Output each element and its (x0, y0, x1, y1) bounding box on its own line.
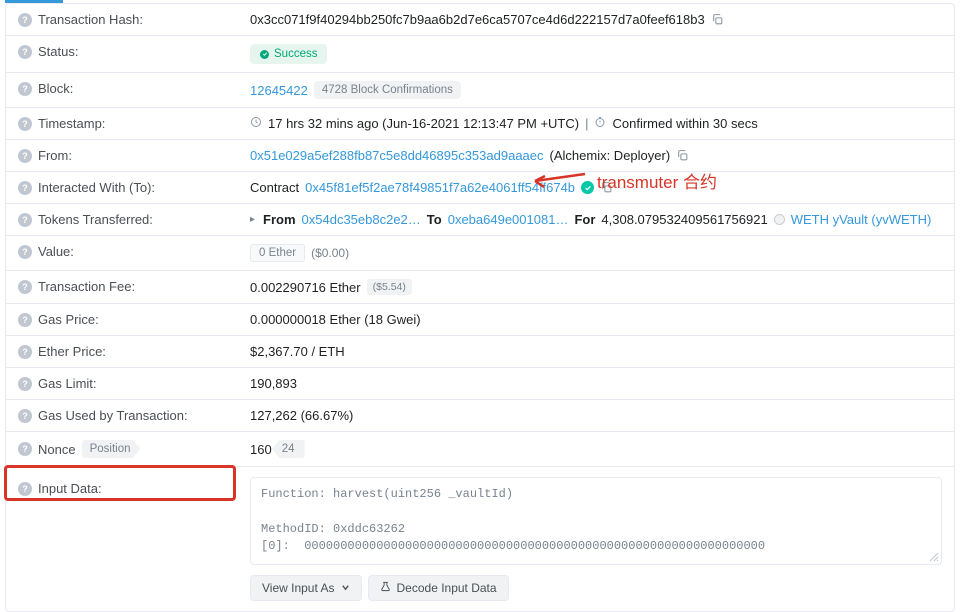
view-input-as-label: View Input As (262, 581, 335, 595)
help-icon[interactable]: ? (18, 377, 32, 391)
annotation-arrow: transmuter 合约 (533, 168, 717, 193)
help-icon[interactable]: ? (18, 13, 32, 27)
input-param-line: [0]: 00000000000000000000000000000000000… (261, 538, 931, 555)
help-icon[interactable]: ? (18, 280, 32, 294)
divider: | (585, 116, 588, 131)
row-inputdata: ? Input Data: Function: harvest(uint256 … (6, 467, 954, 611)
input-function-line: Function: harvest(uint256 _vaultId) (261, 486, 931, 503)
label-txhash: Transaction Hash: (38, 12, 143, 27)
position-badge: Position (82, 440, 141, 458)
chevron-down-icon (341, 581, 350, 595)
txfee-ether: 0.002290716 Ether (250, 280, 361, 295)
txfee-usd-badge: ($5.54) (367, 279, 412, 295)
row-gasused: ? Gas Used by Transaction: 127,262 (66.6… (6, 400, 954, 432)
label-gasused: Gas Used by Transaction: (38, 408, 188, 423)
row-tokens: ? Tokens Transferred: ▸ From 0x54dc35eb8… (6, 204, 954, 236)
from-address-link[interactable]: 0x51e029a5ef288fb87c5e8dd46895c353ad9aaa… (250, 148, 544, 163)
token-from-link[interactable]: 0x54dc35eb8c2e2… (302, 212, 421, 227)
help-icon[interactable]: ? (18, 482, 32, 496)
row-from: ? From: 0x51e029a5ef288fb87c5e8dd46895c3… (6, 140, 954, 172)
help-icon[interactable]: ? (18, 181, 32, 195)
blank-line (261, 503, 931, 520)
block-number-link[interactable]: 12645422 (250, 83, 308, 98)
etherprice-value: $2,367.70 / ETH (250, 344, 345, 359)
row-timestamp: ? Timestamp: 17 hrs 32 mins ago (Jun-16-… (6, 108, 954, 140)
help-icon[interactable]: ? (18, 409, 32, 423)
token-to-label: To (427, 212, 442, 227)
label-from: From: (38, 148, 72, 163)
label-inputdata: Input Data: (38, 481, 102, 496)
label-txfee: Transaction Fee: (38, 279, 135, 294)
status-badge: Success (250, 44, 327, 64)
label-interacted: Interacted With (To): (38, 180, 155, 195)
gasused-value: 127,262 (66.67%) (250, 408, 353, 423)
confirmed-text: Confirmed within 30 secs (612, 116, 757, 131)
gasprice-value: 0.000000018 Ether (18 Gwei) (250, 312, 421, 327)
token-from-label: From (263, 212, 296, 227)
input-data-textarea[interactable]: Function: harvest(uint256 _vaultId) Meth… (250, 477, 942, 565)
help-icon[interactable]: ? (18, 82, 32, 96)
row-interacted: ? Interacted With (To): Contract 0x45f81… (6, 172, 954, 204)
from-label: (Alchemix: Deployer) (550, 148, 671, 163)
contract-prefix: Contract (250, 180, 299, 195)
view-input-as-button[interactable]: View Input As (250, 575, 362, 601)
row-txfee: ? Transaction Fee: 0.002290716 Ether ($5… (6, 271, 954, 304)
transaction-details-panel: ? Transaction Hash: 0x3cc071f9f40294bb25… (5, 3, 955, 612)
label-value: Value: (38, 244, 74, 259)
annotation-text: transmuter 合约 (597, 168, 717, 193)
token-name-link[interactable]: WETH yVault (yvWETH) (791, 212, 932, 227)
row-status: ? Status: Success (6, 36, 954, 73)
block-confirmations-badge: 4728 Block Confirmations (314, 81, 461, 99)
token-amount: 4,308.079532409561756921 (601, 212, 767, 227)
row-block: ? Block: 12645422 4728 Block Confirmatio… (6, 73, 954, 108)
value-ether-badge: 0 Ether (250, 244, 305, 262)
help-icon[interactable]: ? (18, 442, 32, 456)
resize-handle-icon[interactable] (929, 552, 939, 562)
help-icon[interactable]: ? (18, 213, 32, 227)
help-icon[interactable]: ? (18, 313, 32, 327)
nonce-value: 160 (250, 442, 272, 457)
input-method-line: MethodID: 0xddc63262 (261, 521, 931, 538)
row-nonce: ? Nonce Position 160 24 (6, 432, 954, 467)
token-for-label: For (574, 212, 595, 227)
token-to-link[interactable]: 0xeba649e001081… (448, 212, 569, 227)
copy-icon[interactable] (676, 149, 689, 162)
gaslimit-value: 190,893 (250, 376, 297, 391)
label-status: Status: (38, 44, 78, 59)
stopwatch-icon (594, 116, 606, 131)
label-etherprice: Ether Price: (38, 344, 106, 359)
row-value: ? Value: 0 Ether ($0.00) (6, 236, 954, 271)
label-nonce: Nonce (38, 442, 76, 457)
value-txhash: 0x3cc071f9f40294bb250fc7b9aa6b2d7e6ca570… (250, 12, 705, 27)
help-icon[interactable]: ? (18, 345, 32, 359)
label-tokens: Tokens Transferred: (38, 212, 153, 227)
help-icon[interactable]: ? (18, 245, 32, 259)
label-gaslimit: Gas Limit: (38, 376, 97, 391)
help-icon[interactable]: ? (18, 117, 32, 131)
row-etherprice: ? Ether Price: $2,367.70 / ETH (6, 336, 954, 368)
token-icon (774, 214, 785, 225)
check-circle-icon (260, 50, 269, 59)
clock-icon (250, 116, 262, 131)
nonce-position-value: 24 (272, 440, 305, 458)
value-usd: ($0.00) (311, 246, 349, 260)
label-block: Block: (38, 81, 73, 96)
label-timestamp: Timestamp: (38, 116, 105, 131)
row-txhash: ? Transaction Hash: 0x3cc071f9f40294bb25… (6, 4, 954, 36)
row-gasprice: ? Gas Price: 0.000000018 Ether (18 Gwei) (6, 304, 954, 336)
help-icon[interactable]: ? (18, 149, 32, 163)
status-text: Success (274, 48, 317, 60)
copy-icon[interactable] (711, 13, 724, 26)
help-icon[interactable]: ? (18, 45, 32, 59)
decode-input-button[interactable]: Decode Input Data (368, 575, 509, 601)
decode-input-label: Decode Input Data (397, 581, 497, 595)
timestamp-text: 17 hrs 32 mins ago (Jun-16-2021 12:13:47… (268, 116, 579, 131)
label-gasprice: Gas Price: (38, 312, 99, 327)
row-gaslimit: ? Gas Limit: 190,893 (6, 368, 954, 400)
caret-right-icon: ▸ (250, 214, 255, 225)
decode-beaker-icon (380, 581, 391, 595)
